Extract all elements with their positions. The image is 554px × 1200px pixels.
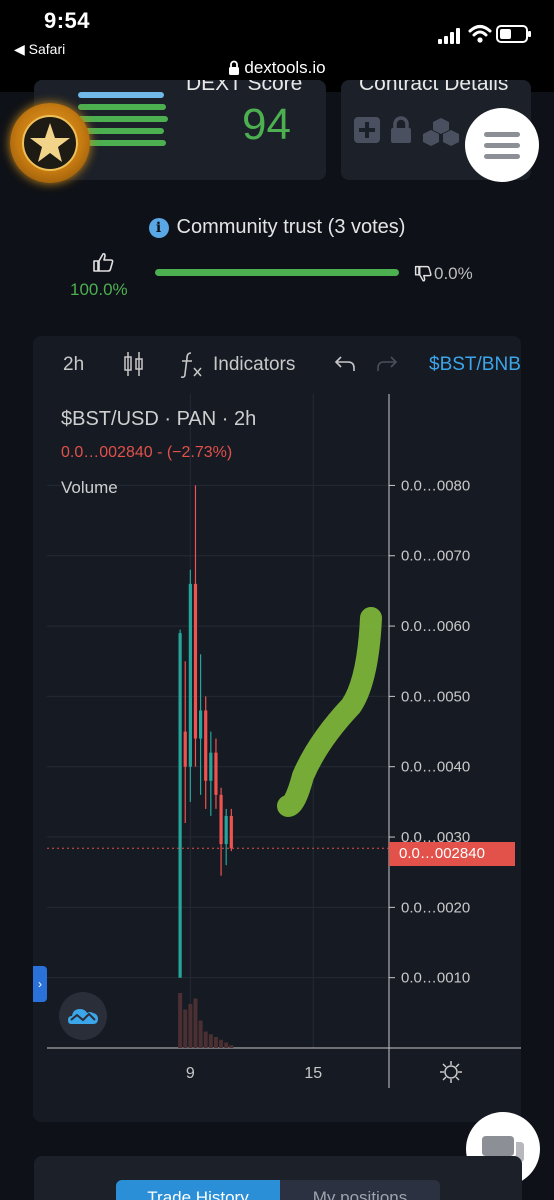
- chart-legend-volume: Volume: [61, 478, 118, 497]
- menu-line: [484, 143, 520, 148]
- thumbs-down-icon[interactable]: [414, 265, 432, 283]
- candle-body: [229, 815, 233, 849]
- address-bar[interactable]: dextools.io: [0, 58, 554, 78]
- plus-square-icon: [354, 117, 380, 143]
- volume-bar: [178, 993, 183, 1048]
- y-tick-label: 0.0…0070: [401, 548, 470, 565]
- tab-my-positions[interactable]: My positions: [280, 1180, 440, 1200]
- score-bar: [78, 104, 166, 110]
- candle-body: [224, 815, 228, 845]
- y-tick-label: 0.0…0010: [401, 970, 470, 987]
- thumbs-up-icon[interactable]: [92, 252, 114, 272]
- status-clock: 9:54: [44, 8, 91, 33]
- candle-body: [193, 583, 198, 739]
- volume-bar: [219, 1039, 224, 1048]
- indicators-label: Indicators: [213, 354, 296, 375]
- y-tick-label: 0.0…0040: [401, 759, 470, 776]
- dext-score-value: 94: [242, 100, 291, 149]
- candle-body: [198, 710, 203, 739]
- candle-type-icon[interactable]: [123, 350, 145, 378]
- wifi-icon: [468, 25, 492, 43]
- volume-bar: [198, 1020, 203, 1048]
- score-bar: [78, 92, 164, 98]
- redo-icon[interactable]: [375, 354, 399, 374]
- main-menu-button[interactable]: [465, 108, 539, 182]
- last-price-tag: 0.0…002840: [389, 842, 515, 866]
- symbol-tab[interactable]: $BST/BNB: [429, 354, 521, 376]
- hand-drawn-annotation: [277, 607, 382, 817]
- battery-icon: [496, 25, 531, 43]
- padlock-icon: [391, 116, 411, 143]
- brand-logo-badge: [10, 103, 90, 183]
- upvote-percentage: 100.0%: [70, 280, 128, 299]
- volume-bar: [224, 1042, 229, 1048]
- chart-legend-symbol: $BST/USD · PAN · 2h: [61, 408, 257, 430]
- x-tick-label: 9: [186, 1065, 195, 1082]
- candle-body: [188, 583, 192, 767]
- volume-bar: [203, 1031, 208, 1048]
- contract-details-title: Contract Details: [359, 80, 509, 95]
- status-bar: 9:54 ◀ Safari dextools.io: [0, 0, 554, 92]
- x-tick-label: 15: [304, 1065, 322, 1082]
- downvote-percentage: 0.0%: [434, 264, 473, 283]
- star-emblem-icon: [30, 123, 70, 162]
- cloud-logo-icon: [68, 1009, 98, 1024]
- url-text: dextools.io: [244, 58, 326, 77]
- volume-bar: [213, 1037, 218, 1048]
- undo-icon[interactable]: [333, 354, 357, 374]
- tradingview-logo-button[interactable]: [59, 992, 107, 1040]
- y-tick-label: 0.0…0060: [401, 618, 470, 635]
- community-trust-heading: i Community trust (3 votes): [0, 216, 554, 239]
- expand-drawing-tools-tab[interactable]: ›: [33, 966, 47, 1002]
- y-tick-label: 0.0…0020: [401, 899, 470, 916]
- tab-trade-history[interactable]: Trade History: [116, 1180, 280, 1200]
- info-icon[interactable]: i: [148, 218, 169, 238]
- y-tick-label: 0.0…0050: [401, 688, 470, 705]
- community-trust-label: Community trust (3 votes): [176, 216, 406, 238]
- score-bar: [78, 116, 168, 122]
- cellular-signal-icon: [438, 28, 460, 44]
- volume-bar: [188, 1004, 193, 1048]
- candle-body: [178, 633, 182, 978]
- volume-bar: [193, 998, 198, 1048]
- chart-legend-price: 0.0…002840 - (−2.73%): [61, 444, 233, 461]
- price-chart-panel[interactable]: 0.0…0080 0.0…0070 0.0…0060 0.0…0050 0.0…0040…: [33, 336, 521, 1122]
- volume-bar: [183, 1009, 188, 1048]
- brand-logo-center: [22, 115, 78, 171]
- dext-score-title: DEXT Score: [186, 80, 303, 95]
- volume-bar: [208, 1034, 213, 1048]
- score-bar: [78, 128, 164, 134]
- indicators-button[interactable]: Indicators: [177, 350, 295, 386]
- candle-body: [204, 710, 208, 781]
- lock-icon: [229, 60, 240, 75]
- function-fx-icon: [180, 352, 202, 378]
- y-tick-label: 0.0…0080: [401, 477, 470, 494]
- score-bar: [78, 140, 166, 146]
- back-to-safari-link[interactable]: ◀ Safari: [14, 41, 65, 58]
- volume-bar: [229, 1045, 234, 1048]
- candle-body: [209, 752, 213, 781]
- menu-line: [484, 154, 520, 159]
- candle-body: [219, 794, 223, 845]
- menu-line: [484, 132, 520, 137]
- interval-button[interactable]: 2h: [63, 354, 84, 376]
- chart-settings-gear-icon[interactable]: [439, 1060, 463, 1084]
- chart-toolbar: 2h Indicators $BST/BNB: [33, 336, 521, 394]
- trust-progress-bar: [155, 269, 399, 276]
- candle-body: [183, 731, 187, 767]
- candle-body: [214, 752, 218, 795]
- trades-tabs: Trade History My positions: [116, 1180, 440, 1200]
- cubes-icon: [423, 118, 459, 146]
- trades-card: Trade History My positions: [34, 1156, 522, 1200]
